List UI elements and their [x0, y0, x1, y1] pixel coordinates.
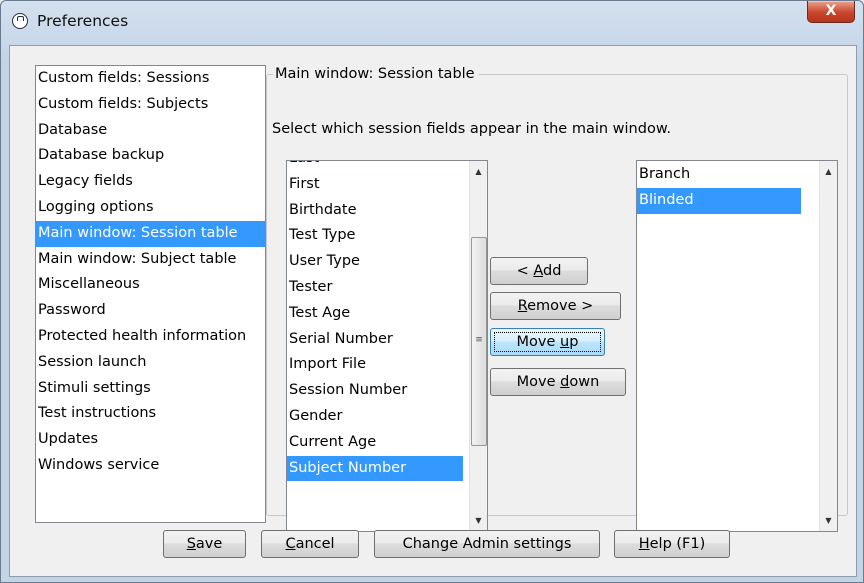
preferences-window: Preferences X Custom fields: Sessions Cus… — [0, 0, 864, 583]
available-field-item[interactable]: Import File — [287, 352, 463, 378]
available-field-item[interactable]: Subject Number — [287, 455, 463, 482]
dialog-body: Custom fields: Sessions Custom fields: Su… — [9, 45, 857, 577]
window-title: Preferences — [37, 12, 129, 30]
available-field-item[interactable]: Gender — [287, 404, 463, 430]
remove-button-label: Remove > — [517, 298, 594, 314]
category-list-item[interactable]: Updates — [36, 427, 265, 453]
cancel-button[interactable]: Cancel — [261, 530, 359, 558]
scroll-down-arrow-icon[interactable]: ▼ — [470, 512, 487, 529]
category-list-item[interactable]: Miscellaneous — [36, 272, 265, 298]
cancel-button-label: Cancel — [285, 536, 335, 552]
selected-scrollbar[interactable]: ▲ ▼ — [819, 161, 837, 531]
close-button[interactable]: X — [807, 1, 855, 23]
save-button-label: Save — [186, 536, 223, 552]
category-list-item[interactable]: Custom fields: Sessions — [36, 66, 265, 92]
change-admin-settings-button[interactable]: Change Admin settings — [374, 530, 600, 558]
move-down-button[interactable]: Move down — [490, 368, 626, 396]
selected-fields-list[interactable]: Branch Blinded ▲ ▼ — [636, 160, 838, 532]
title-bar[interactable]: Preferences X — [1, 1, 863, 45]
available-field-item[interactable]: Birthdate — [287, 198, 463, 224]
instructions-text: Select which session fields appear in th… — [272, 121, 671, 137]
available-field-item[interactable]: Serial Number — [287, 327, 463, 353]
move-down-button-label: Move down — [516, 374, 600, 390]
save-button[interactable]: Save — [163, 530, 246, 558]
category-list-item[interactable]: Password — [36, 298, 265, 324]
available-field-item[interactable]: First — [287, 172, 463, 198]
available-fields-list[interactable]: LastFirstBirthdateTest TypeUser TypeTest… — [286, 160, 488, 532]
category-list-item[interactable]: Database backup — [36, 143, 265, 169]
category-list-item[interactable]: Main window: Session table — [36, 220, 265, 247]
category-list-item[interactable]: Session launch — [36, 350, 265, 376]
category-list-item[interactable]: Custom fields: Subjects — [36, 92, 265, 118]
group-title: Main window: Session table — [273, 66, 479, 82]
close-icon: X — [825, 3, 837, 19]
category-list-item[interactable]: Stimuli settings — [36, 376, 265, 402]
add-button[interactable]: < Add — [490, 257, 588, 285]
category-list-item[interactable]: Logging options — [36, 195, 265, 221]
category-list-item[interactable]: Main window: Subject table — [36, 247, 265, 273]
move-up-button[interactable]: Move up — [490, 328, 605, 356]
category-list-item[interactable]: Windows service — [36, 453, 265, 479]
scroll-up-arrow-icon[interactable]: ▲ — [820, 163, 837, 180]
available-field-item[interactable]: User Type — [287, 249, 463, 275]
available-scrollbar[interactable]: ▲ ≡ ▼ — [469, 161, 487, 531]
category-list-item[interactable]: Protected health information — [36, 324, 265, 350]
category-list-item[interactable]: Legacy fields — [36, 169, 265, 195]
available-field-item[interactable]: Test Age — [287, 301, 463, 327]
help-button-label: Help (F1) — [638, 536, 706, 552]
move-up-button-label: Move up — [491, 329, 604, 355]
category-list-item[interactable]: Test instructions — [36, 401, 265, 427]
selected-field-item[interactable]: Blinded — [637, 187, 801, 214]
available-field-item[interactable]: Current Age — [287, 430, 463, 456]
category-list[interactable]: Custom fields: Sessions Custom fields: Su… — [35, 65, 266, 523]
selected-field-item[interactable]: Branch — [637, 162, 801, 188]
remove-button[interactable]: Remove > — [490, 292, 621, 320]
scroll-thumb[interactable]: ≡ — [471, 237, 487, 446]
scroll-up-arrow-icon[interactable]: ▲ — [470, 163, 487, 180]
available-field-item[interactable]: Last — [287, 161, 463, 172]
category-list-item[interactable]: Database — [36, 118, 265, 144]
help-button[interactable]: Help (F1) — [614, 530, 730, 558]
available-field-item[interactable]: Test Type — [287, 223, 463, 249]
scroll-down-arrow-icon[interactable]: ▼ — [820, 512, 837, 529]
available-field-item[interactable]: Tester — [287, 275, 463, 301]
add-button-label: < Add — [516, 263, 562, 279]
app-icon — [12, 13, 28, 29]
available-field-item[interactable]: Session Number — [287, 378, 463, 404]
scroll-grip-icon: ≡ — [475, 335, 483, 345]
